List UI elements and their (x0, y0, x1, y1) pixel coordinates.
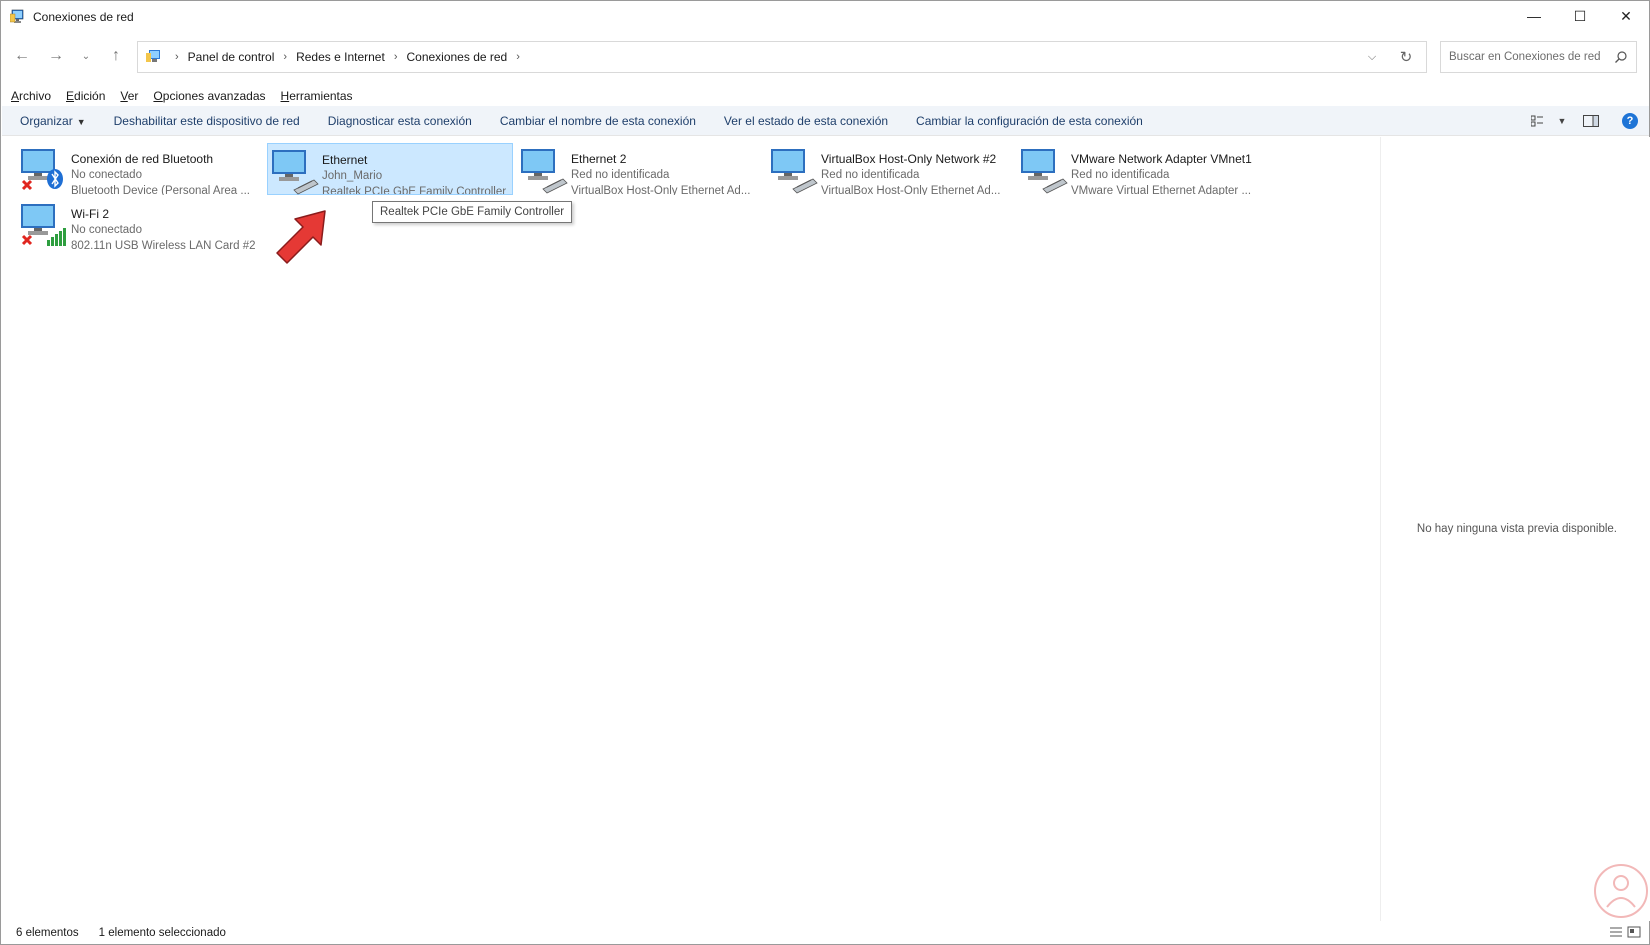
help-icon: ? (1622, 113, 1638, 129)
connection-item-vmware[interactable]: VMware Network Adapter VMnet1 Red no ide… (1017, 143, 1263, 195)
search-icon[interactable] (1614, 50, 1628, 64)
diagnose-button[interactable]: Diagnosticar esta conexión (314, 114, 486, 128)
connection-device: 802.11n USB Wireless LAN Card #2 (71, 240, 256, 250)
details-view-icon[interactable] (1609, 925, 1623, 942)
window-controls: — ☐ ✕ (1511, 1, 1649, 31)
connection-status: John_Mario (322, 170, 383, 182)
change-view-icon[interactable] (1523, 106, 1553, 136)
window-title: Conexiones de red (33, 10, 134, 24)
breadcrumb-separator-icon: › (283, 51, 288, 63)
breadcrumb-separator-icon: › (393, 51, 398, 63)
command-bar: Organizar ▼ Deshabilitar este dispositivo… (2, 106, 1649, 136)
tiles-view-icon[interactable] (1627, 925, 1641, 942)
ethernet-network-icon (767, 143, 821, 195)
minimize-icon: — (1527, 8, 1541, 24)
up-button[interactable]: ↑ (101, 39, 131, 73)
forward-button[interactable]: → (41, 39, 71, 73)
item-count: 6 elementos (16, 927, 79, 939)
device-tooltip: Realtek PCIe GbE Family Controller (372, 201, 573, 223)
connection-item-bluetooth[interactable]: Conexión de red Bluetooth No conectado B… (17, 143, 263, 195)
connection-device: VirtualBox Host-Only Ethernet Ad... (571, 185, 751, 195)
menu-herramientas[interactable]: Herramientas (281, 89, 353, 103)
connection-name: VirtualBox Host-Only Network #2 (821, 152, 997, 166)
connections-list: Conexión de red Bluetooth No conectado B… (2, 137, 1380, 921)
menu-archivo[interactable]: Archivo (11, 89, 51, 103)
preview-pane-icon[interactable] (1571, 106, 1611, 136)
breadcrumb-separator-icon: › (516, 51, 520, 63)
breadcrumb-separator-icon: › (175, 51, 179, 63)
ethernet-network-icon (268, 144, 322, 196)
ethernet-network-icon (1017, 143, 1071, 195)
rename-connection-button[interactable]: Cambiar el nombre de esta conexión (486, 114, 710, 128)
connection-name: Wi-Fi 2 (71, 207, 109, 221)
no-preview-message: No hay ninguna vista previa disponible. (1416, 523, 1617, 535)
bluetooth-network-icon (17, 143, 71, 195)
disable-device-button[interactable]: Deshabilitar este dispositivo de red (100, 114, 314, 128)
watermark-logo (1593, 863, 1649, 919)
network-connections-app-icon (9, 9, 26, 25)
connection-name: Ethernet 2 (571, 152, 627, 166)
menu-edicion[interactable]: Edición (66, 89, 105, 103)
address-row: ← → ⌄ ↑ › Panel de control › Redes e Int… (1, 39, 1649, 75)
view-controls: ▼ ? (1523, 106, 1649, 136)
menu-opciones-avanzadas[interactable]: Opciones avanzadas (153, 89, 265, 103)
status-view-buttons (1609, 925, 1641, 942)
connection-status: Red no identificada (1071, 169, 1170, 181)
wifi-network-icon (17, 198, 71, 250)
connection-device: VMware Virtual Ethernet Adapter ... (1071, 185, 1252, 195)
connection-item-wifi-2[interactable]: Wi-Fi 2 No conectado 802.11n USB Wireles… (17, 198, 263, 250)
connection-status: Red no identificada (821, 169, 920, 181)
control-panel-icon (146, 49, 162, 65)
maximize-icon: ☐ (1573, 7, 1587, 24)
red-arrow-icon (273, 207, 333, 267)
change-settings-button[interactable]: Cambiar la configuración de esta conexió… (902, 114, 1157, 128)
connection-status: Red no identificada (571, 169, 670, 181)
maximize-button[interactable]: ☐ (1557, 1, 1603, 31)
address-actions: ⌵ ↻ (1358, 42, 1426, 72)
connection-item-ethernet-2[interactable]: Ethernet 2 Red no identificada VirtualBo… (517, 143, 763, 195)
refresh-icon[interactable]: ↻ (1386, 48, 1426, 66)
search-placeholder: Buscar en Conexiones de red (1449, 51, 1601, 63)
up-arrow-icon: ↑ (112, 47, 120, 64)
connection-status: No conectado (71, 169, 142, 181)
organize-button[interactable]: Organizar ▼ (2, 114, 100, 128)
close-button[interactable]: ✕ (1603, 1, 1649, 31)
connection-name: VMware Network Adapter VMnet1 (1071, 152, 1252, 166)
connection-item-virtualbox[interactable]: VirtualBox Host-Only Network #2 Red no i… (767, 143, 1013, 195)
view-status-button[interactable]: Ver el estado de esta conexión (710, 114, 902, 128)
explorer-window: Conexiones de red — ☐ ✕ ← → ⌄ ↑ › Panel … (0, 0, 1650, 945)
help-button[interactable]: ? (1611, 106, 1649, 136)
connection-device: Bluetooth Device (Personal Area ... (71, 185, 250, 195)
recent-locations-button[interactable]: ⌄ (71, 39, 101, 73)
dropdown-arrow-icon: ▼ (76, 116, 86, 127)
breadcrumb-network-connections[interactable]: Conexiones de red (406, 50, 507, 64)
menu-bar: Archivo Edición Ver Opciones avanzadas H… (1, 87, 358, 105)
connection-item-ethernet[interactable]: Ethernet John_Mario Realtek PCIe GbE Fam… (267, 143, 513, 195)
back-button[interactable]: ← (7, 39, 37, 73)
connection-name: Ethernet (322, 153, 368, 167)
address-dropdown-icon[interactable]: ⌵ (1358, 51, 1386, 64)
breadcrumb-network-internet[interactable]: Redes e Internet (296, 50, 385, 64)
ethernet-network-icon (517, 143, 571, 195)
connection-device: VirtualBox Host-Only Ethernet Ad... (821, 185, 1001, 195)
search-input[interactable]: Buscar en Conexiones de red (1440, 41, 1637, 73)
organize-label: Organizar (20, 113, 73, 128)
connection-name: Conexión de red Bluetooth (71, 152, 214, 166)
title-bar: Conexiones de red — ☐ ✕ (1, 1, 1649, 33)
chevron-down-icon: ⌄ (81, 50, 91, 62)
breadcrumb-control-panel[interactable]: Panel de control (188, 50, 275, 64)
menu-ver[interactable]: Ver (120, 89, 138, 103)
close-icon: ✕ (1620, 7, 1632, 24)
view-options-dropdown-icon[interactable]: ▼ (1553, 106, 1571, 136)
address-bar[interactable]: › Panel de control › Redes e Internet › … (137, 41, 1427, 73)
connection-status: No conectado (71, 224, 142, 236)
back-arrow-icon: ← (14, 47, 30, 64)
preview-pane: No hay ninguna vista previa disponible. (1380, 137, 1650, 921)
selection-count: 1 elemento seleccionado (98, 927, 226, 939)
connection-device: Realtek PCIe GbE Family Controller (322, 186, 507, 194)
minimize-button[interactable]: — (1511, 1, 1557, 31)
status-bar: 6 elementos 1 elemento seleccionado (2, 921, 1649, 945)
forward-arrow-icon: → (48, 47, 64, 64)
